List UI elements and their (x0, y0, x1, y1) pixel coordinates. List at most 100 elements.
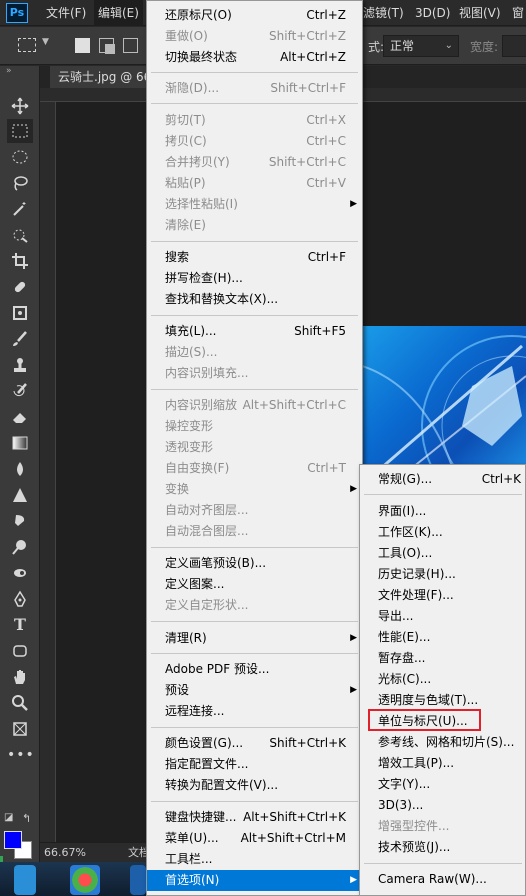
add-selection-icon[interactable] (99, 38, 115, 54)
menu-item-paste-special[interactable]: 选择性粘贴(I) ▶ (147, 194, 362, 215)
menu-item-define-custom-shape[interactable]: 定义自定形状... (147, 595, 362, 616)
menu-item-cut[interactable]: 剪切(T) Ctrl+X (147, 110, 362, 131)
pref-item-workspace[interactable]: 工作区(K)... (360, 522, 525, 543)
menu-item-define-pattern[interactable]: 定义图案... (147, 574, 362, 595)
menu-item-preferences[interactable]: 首选项(N) ▶ (147, 870, 362, 891)
pref-item-performance[interactable]: 性能(E)... (360, 627, 525, 648)
taskbar-app-icon[interactable] (130, 865, 146, 895)
crop-icon[interactable] (7, 249, 33, 273)
move-icon[interactable] (7, 94, 33, 118)
history-brush-icon[interactable] (7, 379, 33, 403)
zoom-icon[interactable] (7, 691, 33, 715)
pref-item-technology-previews[interactable]: 技术预览(J)... (360, 837, 525, 858)
pref-item-file-handling[interactable]: 文件处理(F)... (360, 585, 525, 606)
hand-icon[interactable] (7, 665, 33, 689)
zoom-level[interactable]: 66.67% (44, 843, 86, 863)
pref-item-cursors[interactable]: 光标(C)... (360, 669, 525, 690)
menu-3d[interactable]: 3D(D) (411, 0, 454, 26)
healing-icon[interactable] (7, 275, 33, 299)
menu-item-undo[interactable]: 还原标尺(O) Ctrl+Z (147, 5, 362, 26)
menu-item-assign-profile[interactable]: 指定配置文件... (147, 754, 362, 775)
smudge-icon[interactable] (7, 509, 33, 533)
pref-item-3d[interactable]: 3D(3)... (360, 795, 525, 816)
menu-item-adobe-pdf-presets[interactable]: Adobe PDF 预设... (147, 659, 362, 680)
menu-item-menus[interactable]: 菜单(U)... Alt+Shift+Ctrl+M (147, 828, 362, 849)
pref-item-camera-raw[interactable]: Camera Raw(W)... (360, 869, 525, 890)
menu-item-purge[interactable]: 清理(R) ▶ (147, 628, 362, 649)
pref-item-scratch-disks[interactable]: 暂存盘... (360, 648, 525, 669)
menu-item-find-replace[interactable]: 查找和替换文本(X)... (147, 289, 362, 310)
foreground-color-swatch[interactable] (4, 831, 22, 849)
stamp-icon[interactable] (7, 353, 33, 377)
menu-item-content-aware-fill[interactable]: 内容识别填充... (147, 363, 362, 384)
collapse-icon[interactable]: » (6, 66, 12, 76)
swap-colors-icon[interactable]: ↰ (22, 812, 31, 825)
menu-item-toggle-last-state[interactable]: 切换最终状态 Alt+Ctrl+Z (147, 47, 362, 68)
menu-window[interactable]: 窗 (508, 0, 526, 26)
blur-icon[interactable] (7, 457, 33, 481)
menu-item-copy-merged[interactable]: 合并拷贝(Y) Shift+Ctrl+C (147, 152, 362, 173)
marquee-icon[interactable] (7, 119, 33, 143)
menu-item-redo[interactable]: 重做(O) Shift+Ctrl+Z (147, 26, 362, 47)
pref-item-general[interactable]: 常规(G)... Ctrl+K (360, 469, 525, 490)
menu-item-spell-check[interactable]: 拼写检查(H)... (147, 268, 362, 289)
canvas-image[interactable] (362, 326, 526, 476)
menu-item-fill[interactable]: 填充(L)... Shift+F5 (147, 321, 362, 342)
more-icon[interactable]: ••• (7, 743, 34, 767)
width-input[interactable] (502, 35, 526, 57)
menu-item-remote-connections[interactable]: 远程连接... (147, 701, 362, 722)
path-select-icon[interactable] (7, 639, 33, 663)
gradient-icon[interactable] (7, 431, 33, 455)
marquee-preset-icon[interactable] (18, 38, 36, 52)
pref-item-enhanced-controls[interactable]: 增强型控件... (360, 816, 525, 837)
menu-item-transform[interactable]: 变换 ▶ (147, 479, 362, 500)
menu-item-toolbar[interactable]: 工具栏... (147, 849, 362, 870)
menu-item-presets[interactable]: 预设 ▶ (147, 680, 362, 701)
menu-item-puppet-warp[interactable]: 操控变形 (147, 416, 362, 437)
pref-item-transparency-gamut[interactable]: 透明度与色域(T)... (360, 690, 525, 711)
pref-item-interface[interactable]: 界面(I)... (360, 501, 525, 522)
menu-view[interactable]: 视图(V) (455, 0, 505, 26)
taskbar-app-icon[interactable] (14, 865, 36, 895)
menu-item-define-brush[interactable]: 定义画笔预设(B)... (147, 553, 362, 574)
eraser-icon[interactable] (7, 405, 33, 429)
subtract-selection-icon[interactable] (123, 38, 138, 53)
menu-file[interactable]: 文件(F) (42, 0, 90, 26)
new-selection-icon[interactable] (75, 38, 90, 53)
menu-item-content-aware-scale[interactable]: 内容识别缩放 Alt+Shift+Ctrl+C (147, 395, 362, 416)
burn-icon[interactable] (7, 561, 33, 585)
pref-item-type[interactable]: 文字(Y)... (360, 774, 525, 795)
taskbar-app-icon[interactable] (70, 865, 100, 895)
pref-item-guides-grid-slices[interactable]: 参考线、网格和切片(S)... (360, 732, 525, 753)
menu-item-perspective-warp[interactable]: 透视变形 (147, 437, 362, 458)
sharpen-icon[interactable] (7, 483, 33, 507)
menu-item-clear[interactable]: 清除(E) (147, 215, 362, 236)
frame-icon[interactable] (7, 301, 33, 325)
ellipse-marquee-icon[interactable] (7, 145, 33, 169)
pen-icon[interactable] (7, 587, 33, 611)
style-select[interactable]: 正常 ⌄ (383, 35, 459, 57)
menu-item-keyboard-shortcuts[interactable]: 键盘快捷键... Alt+Shift+Ctrl+K (147, 807, 362, 828)
menu-item-fade[interactable]: 渐隐(D)... Shift+Ctrl+F (147, 78, 362, 99)
menu-item-copy[interactable]: 拷贝(C) Ctrl+C (147, 131, 362, 152)
quick-select-icon[interactable] (7, 223, 33, 247)
dodge-icon[interactable] (7, 535, 33, 559)
default-colors-icon[interactable]: ◪ (4, 812, 13, 823)
lasso-icon[interactable] (7, 171, 33, 195)
menu-edit[interactable]: 编辑(E) (94, 0, 143, 26)
menu-item-auto-align-layers[interactable]: 自动对齐图层... (147, 500, 362, 521)
menu-item-search[interactable]: 搜索 Ctrl+F (147, 247, 362, 268)
chevron-down-icon[interactable]: ▼ (42, 37, 49, 47)
magic-wand-icon[interactable] (7, 197, 33, 221)
menu-item-convert-profile[interactable]: 转换为配置文件(V)... (147, 775, 362, 796)
artboard-icon[interactable] (7, 717, 33, 741)
pref-item-history-log[interactable]: 历史记录(H)... (360, 564, 525, 585)
type-icon[interactable]: T (7, 613, 33, 637)
menu-filter[interactable]: 滤镜(T) (359, 0, 408, 26)
menu-item-paste[interactable]: 粘贴(P) Ctrl+V (147, 173, 362, 194)
vertical-ruler[interactable] (40, 102, 56, 842)
pref-item-export[interactable]: 导出... (360, 606, 525, 627)
menu-item-stroke[interactable]: 描边(S)... (147, 342, 362, 363)
menu-item-color-settings[interactable]: 颜色设置(G)... Shift+Ctrl+K (147, 733, 362, 754)
brush-icon[interactable] (7, 327, 33, 351)
